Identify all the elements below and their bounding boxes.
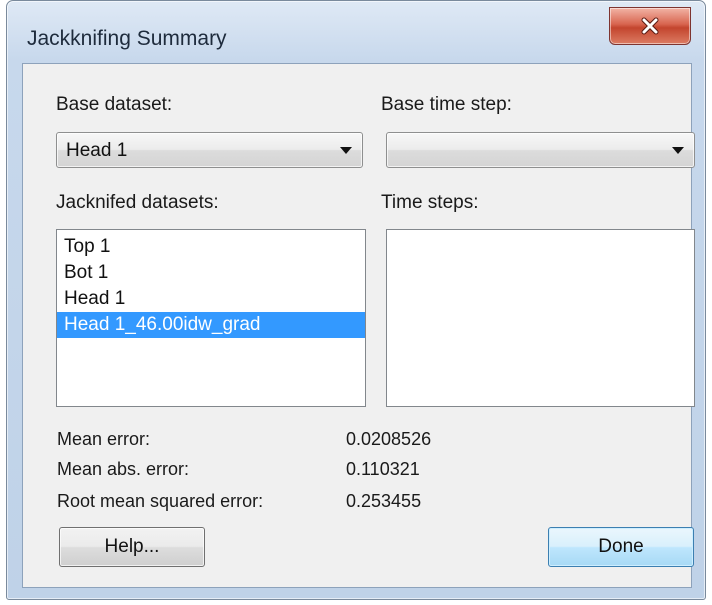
- base-time-step-label: Base time step:: [381, 94, 512, 115]
- done-button[interactable]: Done: [548, 527, 694, 567]
- dialog-body: Base dataset: Head 1 Base time step: Jac…: [22, 63, 695, 588]
- mean-error-label: Mean error:: [57, 429, 151, 449]
- close-button[interactable]: [609, 7, 691, 45]
- mean-abs-error-label: Mean abs. error:: [57, 459, 190, 479]
- base-dataset-label: Base dataset:: [56, 94, 173, 115]
- mean-error-value: 0.0208526: [346, 429, 432, 449]
- window-title: Jackknifing Summary: [27, 27, 227, 50]
- base-dataset-value: Head 1: [66, 140, 128, 161]
- title-bar[interactable]: Jackknifing Summary: [7, 1, 705, 63]
- chevron-down-icon: [672, 147, 684, 154]
- list-item[interactable]: Top 1: [57, 234, 365, 260]
- list-item[interactable]: Bot 1: [57, 260, 365, 286]
- rmse-label: Root mean squared error:: [57, 491, 264, 511]
- rmse-value: 0.253455: [346, 491, 422, 511]
- base-dataset-dropdown[interactable]: Head 1: [56, 132, 363, 168]
- close-icon: [640, 17, 660, 35]
- time-steps-label: Time steps:: [381, 192, 479, 213]
- list-item[interactable]: Head 1: [57, 286, 365, 312]
- jacknifed-datasets-list[interactable]: Top 1 Bot 1 Head 1 Head 1_46.00idw_grad: [56, 229, 366, 407]
- help-button[interactable]: Help...: [59, 527, 205, 567]
- time-steps-list[interactable]: [386, 229, 695, 407]
- jacknifed-datasets-label: Jacknifed datasets:: [56, 192, 219, 213]
- list-item-selected[interactable]: Head 1_46.00idw_grad: [57, 312, 365, 338]
- base-time-step-dropdown[interactable]: [386, 132, 695, 168]
- chevron-down-icon: [340, 147, 352, 154]
- mean-abs-error-value: 0.110321: [346, 459, 420, 479]
- jackknifing-summary-dialog: Jackknifing Summary Base dataset: Head 1…: [6, 0, 706, 600]
